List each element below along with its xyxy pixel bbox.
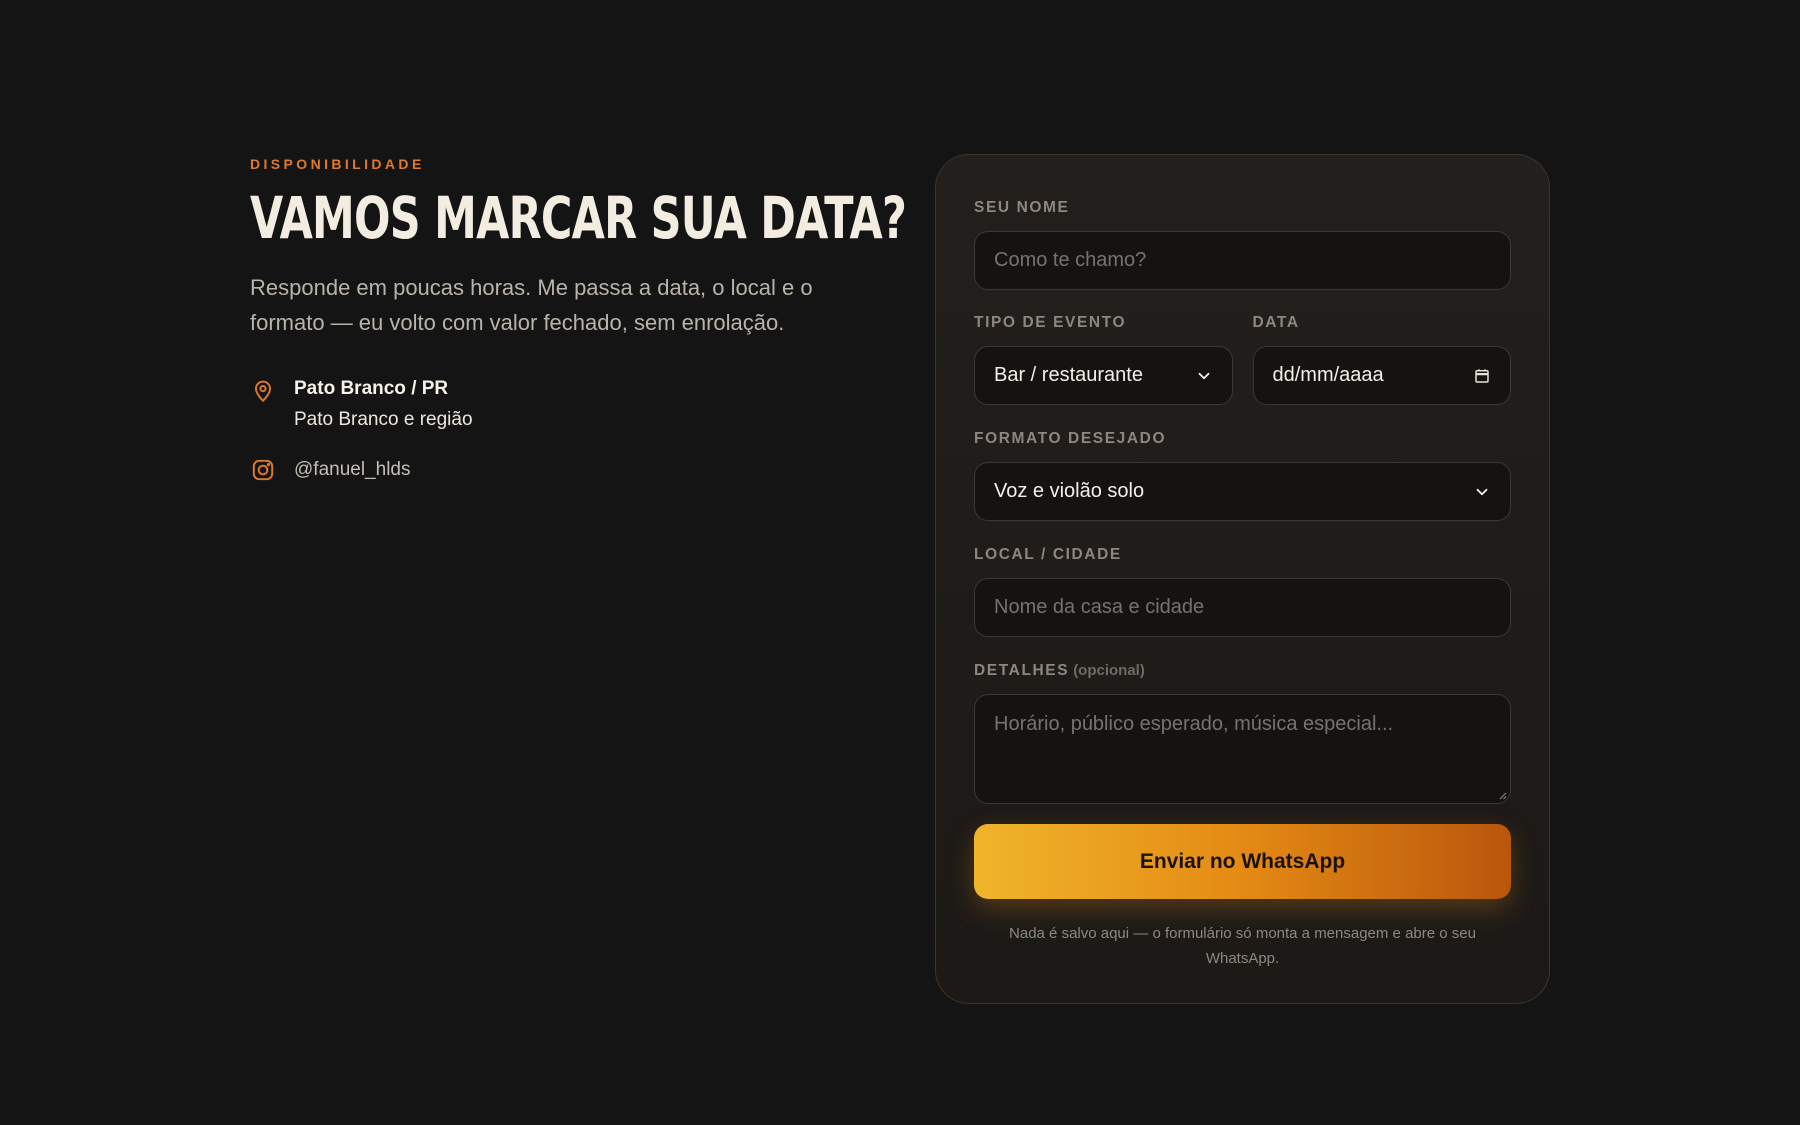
event-type-group: TIPO DE EVENTO Bar / restaurante	[974, 313, 1233, 405]
booking-form: SEU NOME Como te chamo? TIPO DE EVENTO B…	[935, 154, 1550, 1004]
resize-handle-icon[interactable]	[1497, 790, 1507, 800]
location-region: Pato Branco e região	[294, 409, 473, 430]
intro-column: DISPONIBILIDADE VAMOS MARCAR SUA DATA? R…	[250, 156, 907, 483]
instagram-handle[interactable]: @fanuel_hlds	[294, 459, 410, 481]
details-textarea[interactable]: Horário, público esperado, música especi…	[974, 694, 1511, 804]
name-input[interactable]: Como te chamo?	[974, 231, 1511, 290]
privacy-note: Nada é salvo aqui — o formulário só mont…	[1009, 925, 1476, 967]
format-field-group: FORMATO DESEJADO Voz e violão solo	[974, 429, 1511, 521]
event-type-label: TIPO DE EVENTO	[974, 314, 1127, 331]
chevron-down-icon	[1198, 372, 1209, 379]
place-label: LOCAL / CIDADE	[974, 546, 1122, 563]
event-type-value: Bar / restaurante	[994, 364, 1143, 386]
instagram-link[interactable]: @fanuel_hlds	[250, 457, 870, 483]
name-field-group: SEU NOME Como te chamo?	[974, 198, 1511, 290]
calendar-icon[interactable]	[1473, 367, 1491, 385]
format-select[interactable]: Voz e violão solo	[974, 462, 1511, 521]
details-field-group: DETALHES (opcional) Horário, público espe…	[974, 661, 1511, 804]
place-placeholder: Nome da casa e cidade	[994, 596, 1205, 618]
map-pin-icon	[250, 378, 276, 404]
send-whatsapp-button[interactable]: Enviar no WhatsApp	[974, 824, 1511, 899]
details-optional-hint: (opcional)	[1073, 662, 1145, 679]
chevron-down-icon	[1476, 488, 1488, 495]
place-field-group: LOCAL / CIDADE Nome da casa e cidade	[974, 545, 1511, 637]
date-value: dd/mm/aaaa	[1272, 364, 1384, 386]
event-date-row: TIPO DE EVENTO Bar / restaurante DATA dd…	[974, 313, 1511, 405]
name-label: SEU NOME	[974, 199, 1070, 216]
date-group: DATA dd/mm/aaaa	[1252, 313, 1511, 405]
format-label: FORMATO DESEJADO	[974, 430, 1167, 447]
intro-text: Responde em poucas horas. Me passa a dat…	[250, 275, 813, 335]
contact-section: DISPONIBILIDADE VAMOS MARCAR SUA DATA? R…	[0, 0, 1800, 1125]
details-label-text: DETALHES	[974, 662, 1070, 679]
name-placeholder: Como te chamo?	[994, 249, 1147, 271]
section-eyebrow: DISPONIBILIDADE	[250, 156, 425, 172]
location-city: Pato Branco / PR	[294, 378, 449, 399]
instagram-icon	[250, 457, 276, 483]
location-info: Pato Branco / PR Pato Branco e região	[250, 378, 870, 431]
format-value: Voz e violão solo	[994, 480, 1145, 502]
place-input[interactable]: Nome da casa e cidade	[974, 578, 1511, 637]
date-input[interactable]: dd/mm/aaaa	[1252, 346, 1511, 405]
event-type-select[interactable]: Bar / restaurante	[974, 346, 1233, 405]
location-text: Pato Branco / PR Pato Branco e região	[294, 378, 473, 431]
date-label: DATA	[1252, 314, 1300, 331]
details-placeholder: Horário, público esperado, música especi…	[994, 713, 1394, 735]
page-title: VAMOS MARCAR SUA DATA?	[250, 184, 907, 252]
details-label: DETALHES (opcional)	[974, 661, 1511, 681]
